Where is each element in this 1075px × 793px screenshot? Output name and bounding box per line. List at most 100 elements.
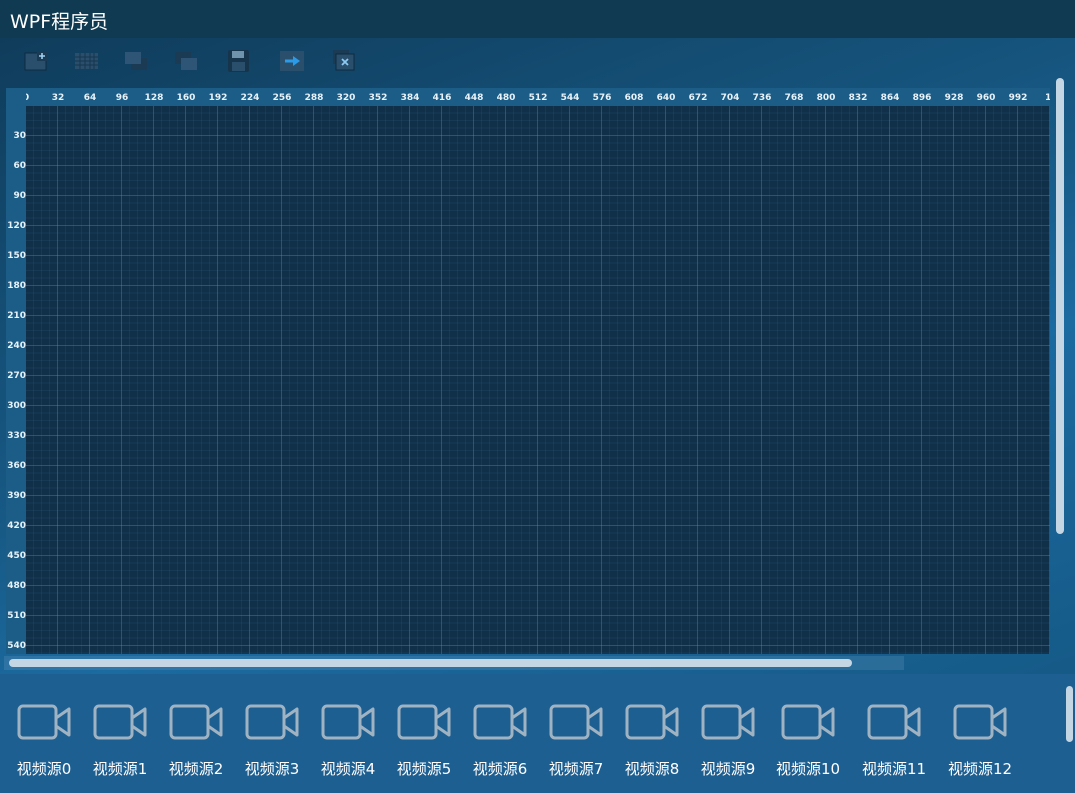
horizontal-scrollbar[interactable] bbox=[9, 659, 852, 667]
ruler-x-tick: 480 bbox=[496, 93, 516, 103]
ruler-x-tick: 384 bbox=[400, 93, 420, 103]
video-source-item[interactable]: 视频源4 bbox=[320, 702, 376, 779]
bring-forward-icon bbox=[125, 52, 147, 70]
export-arrow-icon bbox=[280, 51, 304, 71]
video-source-item[interactable]: 视频源9 bbox=[700, 702, 756, 779]
ruler-x-tick: 256 bbox=[272, 93, 292, 103]
save-icon bbox=[228, 50, 249, 72]
video-camera-icon bbox=[17, 704, 71, 740]
video-source-item[interactable]: 视频源3 bbox=[244, 702, 300, 779]
video-camera-icon bbox=[169, 704, 223, 740]
ruler-x-tick: 160 bbox=[176, 93, 196, 103]
vertical-scrollbar[interactable] bbox=[1056, 78, 1064, 534]
ruler-x-tick: 352 bbox=[368, 93, 388, 103]
ruler-y-tick: 420 bbox=[7, 521, 26, 531]
send-backward-icon bbox=[175, 52, 197, 70]
video-source-item[interactable]: 视频源12 bbox=[948, 702, 1012, 779]
video-source-label: 视频源9 bbox=[700, 760, 756, 778]
ruler-y-tick: 150 bbox=[7, 251, 26, 261]
video-source-item[interactable]: 视频源8 bbox=[624, 702, 680, 779]
video-camera-icon bbox=[701, 704, 755, 740]
add-window-button[interactable] bbox=[23, 48, 49, 74]
video-camera-icon bbox=[321, 704, 375, 740]
vertical-ruler: 30 60 90 120 150 180 210 240 270 300 330 360 390 420 4… bbox=[6, 106, 26, 654]
send-backward-button[interactable] bbox=[173, 48, 199, 74]
video-source-panel: 视频源0 视频源1 视频源2 视频源3 视频源4 视频源5 视频源6 视频源7 视频源8 视频源9… bbox=[0, 674, 1075, 793]
ruler-x-tick: 544 bbox=[560, 93, 580, 103]
video-source-item[interactable]: 视频源10 bbox=[776, 702, 840, 779]
toolbar bbox=[0, 38, 1075, 82]
ruler-y-tick: 300 bbox=[7, 401, 26, 411]
video-source-item[interactable]: 视频源11 bbox=[862, 702, 926, 779]
save-button[interactable] bbox=[226, 48, 252, 74]
video-camera-icon bbox=[245, 704, 299, 740]
video-source-label: 视频源2 bbox=[168, 760, 224, 778]
video-camera-icon bbox=[473, 704, 527, 740]
ruler-x-tick: 416 bbox=[432, 93, 452, 103]
ruler-x-tick: 768 bbox=[784, 93, 804, 103]
video-source-item[interactable]: 视频源5 bbox=[396, 702, 452, 779]
ruler-y-tick: 210 bbox=[7, 311, 26, 321]
ruler-x-tick: 96 bbox=[115, 93, 129, 103]
title-bar: WPF程序员 bbox=[0, 0, 1075, 38]
ruler-x-tick: 992 bbox=[1008, 93, 1028, 103]
video-source-item[interactable]: 视频源0 bbox=[16, 702, 72, 779]
video-camera-icon bbox=[953, 704, 1007, 740]
ruler-x-tick: 704 bbox=[720, 93, 740, 103]
ruler-y-tick: 330 bbox=[7, 431, 26, 441]
ruler-y-tick: 540 bbox=[7, 641, 26, 651]
export-button[interactable] bbox=[279, 48, 305, 74]
ruler-x-tick: 832 bbox=[848, 93, 868, 103]
ruler-x-tick: 736 bbox=[752, 93, 772, 103]
ruler-x-tick: 288 bbox=[304, 93, 324, 103]
video-camera-icon bbox=[93, 704, 147, 740]
ruler-y-tick: 480 bbox=[7, 581, 26, 591]
ruler-y-tick: 390 bbox=[7, 491, 26, 501]
video-source-label: 视频源0 bbox=[16, 760, 72, 778]
video-source-label: 视频源6 bbox=[472, 760, 528, 778]
ruler-y-tick: 270 bbox=[7, 371, 26, 381]
video-source-label: 视频源7 bbox=[548, 760, 604, 778]
video-source-label: 视频源5 bbox=[396, 760, 452, 778]
ruler-y-tick: 120 bbox=[7, 221, 26, 231]
video-camera-icon bbox=[397, 704, 451, 740]
video-camera-icon bbox=[625, 704, 679, 740]
ruler-y-tick: 240 bbox=[7, 341, 26, 351]
ruler-x-tick: 320 bbox=[336, 93, 356, 103]
ruler-x-tick: 608 bbox=[624, 93, 644, 103]
source-panel-scrollbar[interactable] bbox=[1066, 686, 1073, 742]
video-source-label: 视频源10 bbox=[776, 760, 841, 778]
ruler-y-tick: 90 bbox=[13, 191, 26, 201]
ruler-x-tick: 928 bbox=[944, 93, 964, 103]
video-source-item[interactable]: 视频源7 bbox=[548, 702, 604, 779]
ruler-y-tick: 180 bbox=[7, 281, 26, 291]
ruler-x-tick: 672 bbox=[688, 93, 708, 103]
layout-designer: 0 32 64 96 128 160 192 224 256 288 320 352 384 416 448… bbox=[6, 88, 1050, 654]
clear-all-button[interactable] bbox=[331, 48, 357, 74]
grid-icon bbox=[75, 53, 98, 69]
bring-forward-button[interactable] bbox=[123, 48, 149, 74]
video-source-label: 视频源8 bbox=[624, 760, 680, 778]
ruler-x-tick: 576 bbox=[592, 93, 612, 103]
video-source-label: 视频源12 bbox=[948, 760, 1013, 778]
video-camera-icon bbox=[867, 704, 921, 740]
video-camera-icon bbox=[549, 704, 603, 740]
add-window-icon bbox=[24, 51, 47, 71]
video-source-item[interactable]: 视频源1 bbox=[92, 702, 148, 779]
video-source-label: 视频源3 bbox=[244, 760, 300, 778]
ruler-y-tick: 60 bbox=[13, 161, 26, 171]
ruler-x-tick: 960 bbox=[976, 93, 996, 103]
video-source-item[interactable]: 视频源6 bbox=[472, 702, 528, 779]
video-camera-icon bbox=[781, 704, 835, 740]
ruler-x-tick: 192 bbox=[208, 93, 228, 103]
ruler-x-tick: 512 bbox=[528, 93, 548, 103]
close-windows-icon bbox=[333, 50, 355, 71]
ruler-x-tick: 128 bbox=[144, 93, 164, 103]
design-canvas[interactable] bbox=[26, 106, 1050, 654]
ruler-y-tick: 450 bbox=[7, 551, 26, 561]
ruler-x-tick: 10 bbox=[1045, 93, 1050, 103]
ruler-x-tick: 896 bbox=[912, 93, 932, 103]
grid-layout-button[interactable] bbox=[73, 48, 99, 74]
video-source-item[interactable]: 视频源2 bbox=[168, 702, 224, 779]
window-title: WPF程序员 bbox=[10, 11, 109, 33]
